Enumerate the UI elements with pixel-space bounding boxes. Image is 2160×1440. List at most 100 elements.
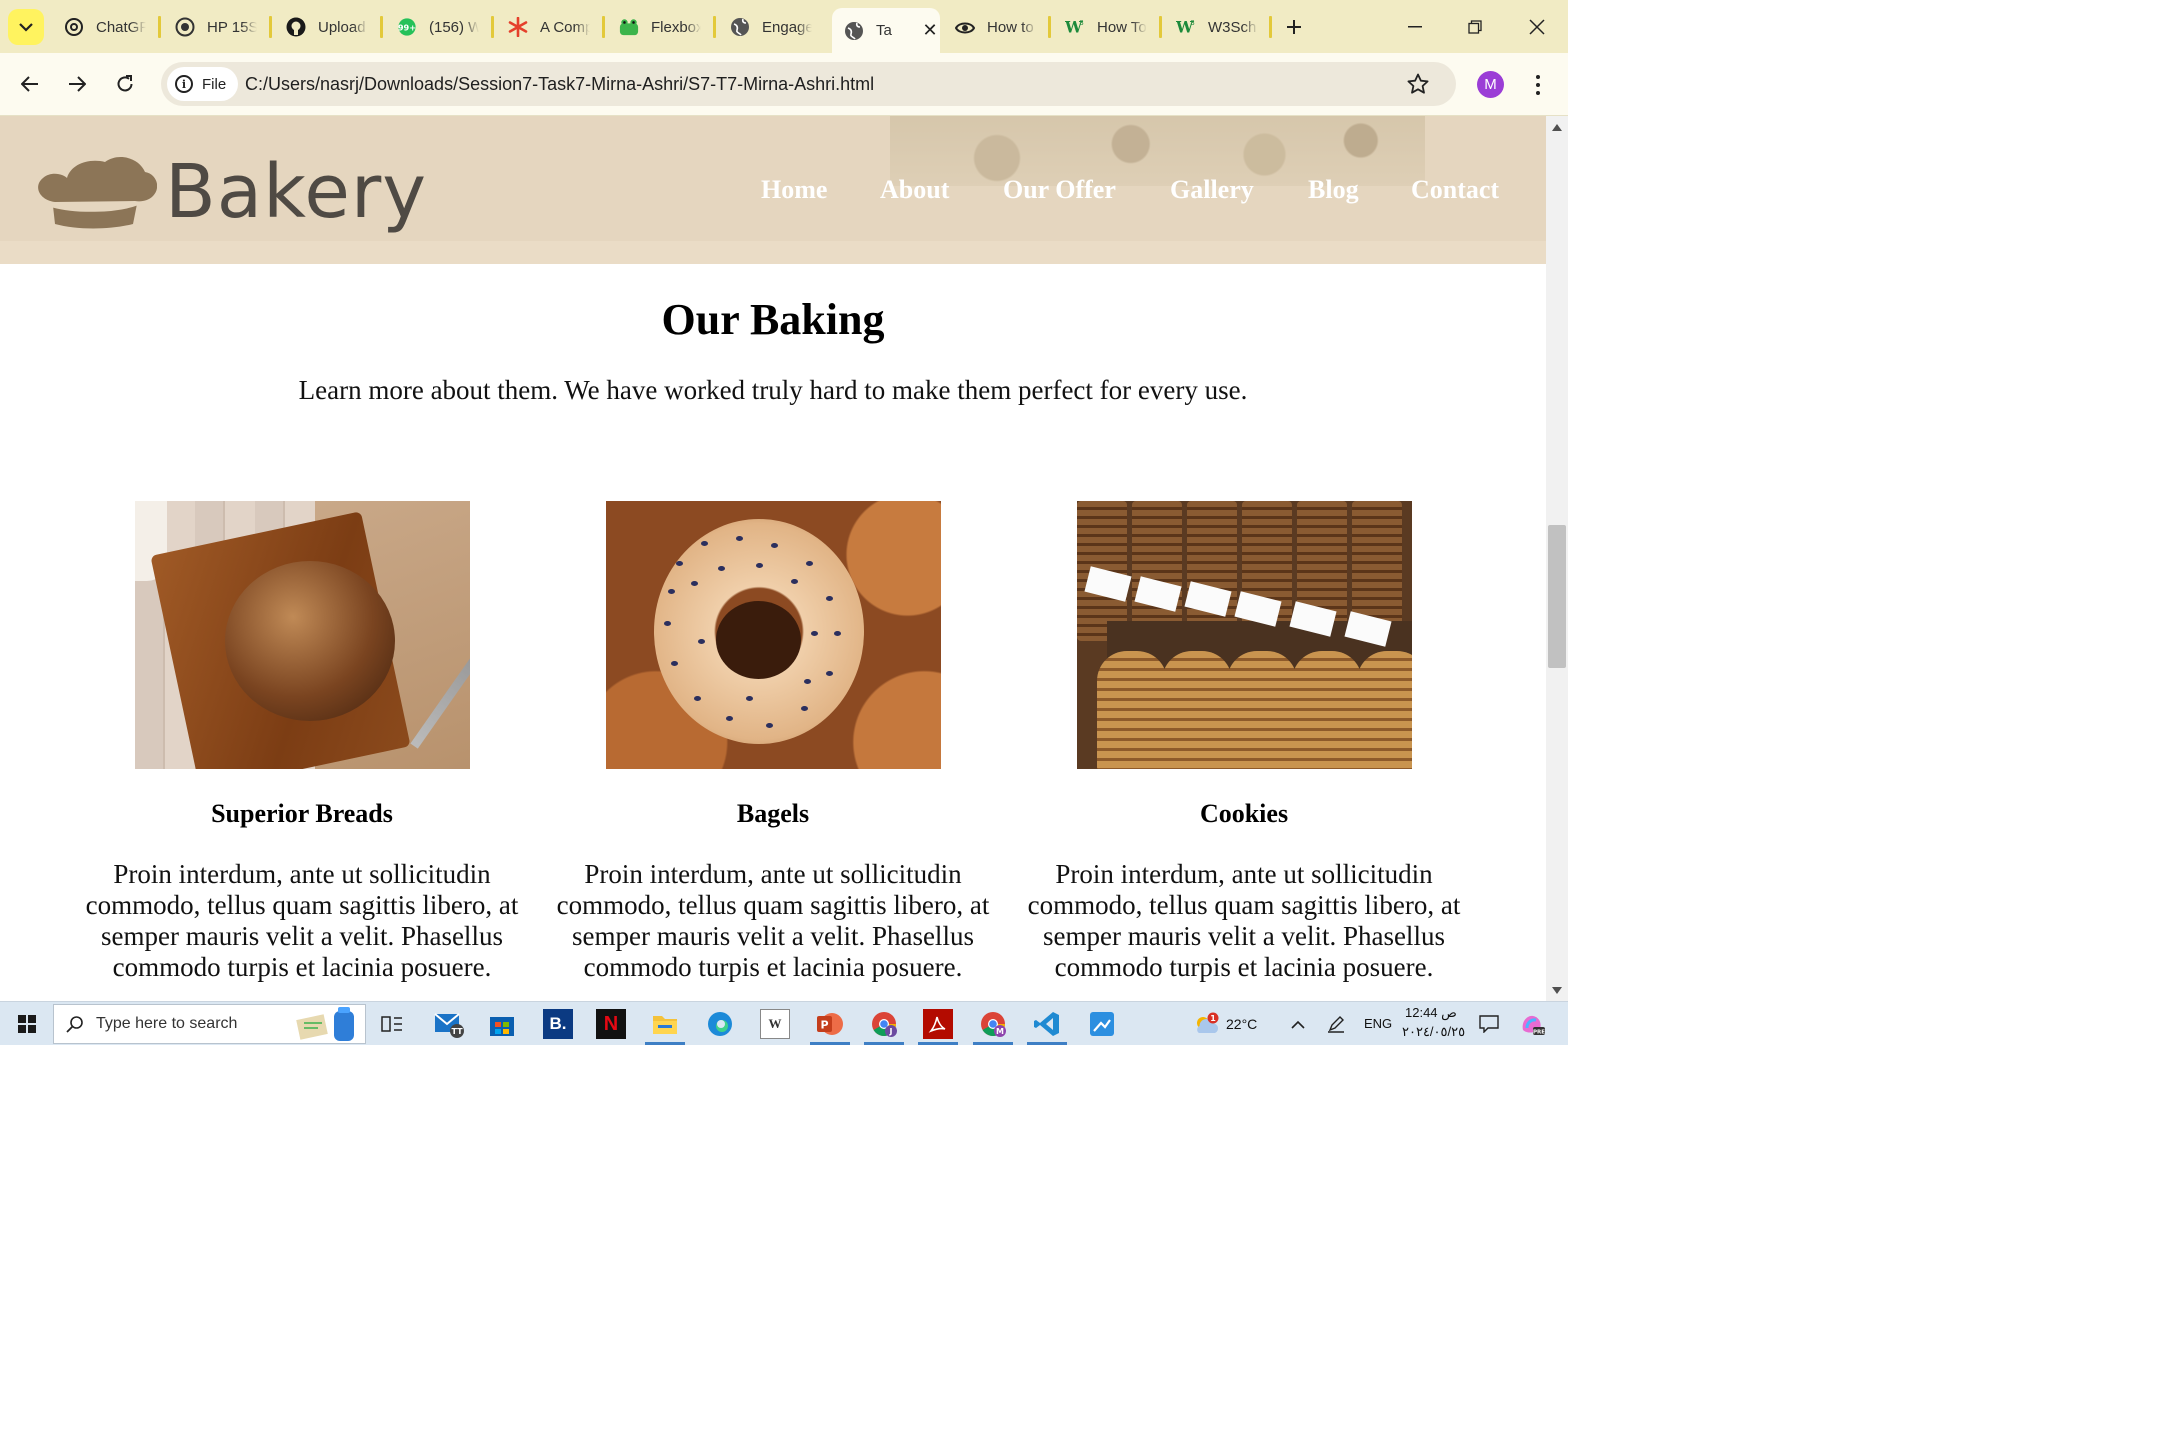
close-window-button[interactable] bbox=[1522, 12, 1552, 42]
profile-avatar[interactable]: M bbox=[1477, 71, 1504, 98]
browser-tab[interactable]: Upload bbox=[286, 9, 368, 45]
wikihow-icon: W3 bbox=[1176, 17, 1196, 37]
weather-temperature[interactable]: 22°C bbox=[1226, 1016, 1257, 1032]
svg-text:3: 3 bbox=[1191, 18, 1195, 27]
nav-link-about[interactable]: About bbox=[880, 175, 949, 205]
card-text: Proin interdum, ante ut sollicitudin com… bbox=[556, 859, 990, 982]
scroll-down-arrow-icon[interactable] bbox=[1551, 985, 1563, 995]
card-text: Proin interdum, ante ut sollicitudin com… bbox=[1027, 859, 1461, 982]
browser-tab[interactable]: Engage bbox=[730, 9, 812, 45]
netflix-icon[interactable]: N bbox=[596, 1009, 626, 1039]
openai-icon bbox=[64, 17, 84, 37]
browser-tab[interactable]: 99+ (156) W bbox=[397, 9, 479, 45]
input-language[interactable]: ENG bbox=[1364, 1016, 1392, 1031]
folder-icon[interactable] bbox=[650, 1009, 680, 1039]
browser-tab[interactable]: Flexbox bbox=[619, 9, 701, 45]
wikipedia-icon[interactable]: W bbox=[760, 1009, 790, 1039]
new-tab-button[interactable] bbox=[1281, 14, 1307, 40]
clock-time[interactable]: 12:44 ص bbox=[1405, 1005, 1457, 1021]
bookmark-star-icon[interactable] bbox=[1406, 72, 1430, 101]
back-button[interactable] bbox=[14, 68, 46, 100]
close-tab-icon[interactable]: ✕ bbox=[920, 20, 940, 41]
browser-tab[interactable]: How to bbox=[955, 9, 1037, 45]
scroll-up-arrow-icon[interactable] bbox=[1551, 122, 1563, 132]
reload-button[interactable] bbox=[109, 68, 141, 100]
browser-tab[interactable]: A Comp bbox=[508, 9, 590, 45]
edge-icon[interactable] bbox=[705, 1009, 735, 1039]
browser-tab[interactable]: W3 How To bbox=[1065, 9, 1147, 45]
windows-start-button[interactable] bbox=[18, 1015, 36, 1033]
active-app-indicator bbox=[810, 1042, 850, 1045]
windows-taskbar: Type here to search TT B. N W P J M 1 22… bbox=[0, 1001, 1568, 1045]
tab-title: How To bbox=[1097, 18, 1147, 36]
tab-separator bbox=[269, 16, 272, 38]
active-app-indicator bbox=[918, 1042, 958, 1045]
reload-icon bbox=[117, 75, 133, 92]
tab-title: A Comp bbox=[540, 18, 590, 36]
pen-icon[interactable] bbox=[1321, 1009, 1351, 1039]
tab-separator bbox=[602, 16, 605, 38]
taskbar-search-box[interactable]: Type here to search bbox=[53, 1004, 366, 1044]
active-app-indicator bbox=[645, 1042, 685, 1045]
url-text[interactable]: C:/Users/nasrj/Downloads/Session7-Task7-… bbox=[245, 74, 874, 95]
hp-globe-icon bbox=[175, 17, 195, 37]
site-logo[interactable]: Bakery bbox=[33, 150, 427, 234]
nav-link-blog[interactable]: Blog bbox=[1308, 175, 1359, 205]
nav-link-gallery[interactable]: Gallery bbox=[1170, 175, 1254, 205]
weather-icon[interactable]: 1 bbox=[1190, 1009, 1224, 1039]
minimize-window-button[interactable] bbox=[1400, 12, 1430, 42]
address-bar[interactable]: i File C:/Users/nasrj/Downloads/Session7… bbox=[161, 62, 1456, 106]
globe-icon bbox=[730, 17, 750, 37]
nav-link-home[interactable]: Home bbox=[761, 175, 827, 205]
browser-tab[interactable]: ChatGPT bbox=[64, 9, 146, 45]
asterisk-icon bbox=[508, 17, 528, 37]
chrome-icon[interactable]: J bbox=[869, 1009, 899, 1039]
site-info-chip[interactable]: i File bbox=[167, 67, 239, 101]
svg-text:TT: TT bbox=[451, 1027, 463, 1036]
page-scrollbar[interactable] bbox=[1546, 116, 1568, 1001]
acrobat-icon[interactable] bbox=[923, 1009, 953, 1039]
browser-tab[interactable]: W3 W3Sch bbox=[1176, 9, 1258, 45]
restore-window-button[interactable] bbox=[1460, 12, 1490, 42]
task-view-icon[interactable] bbox=[377, 1009, 407, 1039]
svg-text:M: M bbox=[996, 1027, 1004, 1036]
notifications-icon[interactable] bbox=[1474, 1009, 1504, 1039]
chef-hat-icon bbox=[38, 157, 157, 229]
frog-icon bbox=[619, 17, 639, 37]
vscode-icon[interactable] bbox=[1032, 1009, 1062, 1039]
tab-separator bbox=[158, 16, 161, 38]
info-icon: i bbox=[175, 75, 193, 93]
browser-tab-strip: ChatGPT HP 15S Upload 99+ (156) W A Comp… bbox=[0, 0, 1568, 53]
svg-text:PRE: PRE bbox=[1533, 1030, 1545, 1036]
browser-menu-button[interactable] bbox=[1528, 71, 1548, 99]
mail-icon[interactable]: TT bbox=[434, 1009, 464, 1039]
nav-link-our-offer[interactable]: Our Offer bbox=[1003, 175, 1116, 205]
clock-date[interactable]: ٢٠٢٤/٠٥/٢٥ bbox=[1402, 1024, 1465, 1040]
powerpoint-icon[interactable]: P bbox=[815, 1009, 845, 1039]
browser-toolbar: i File C:/Users/nasrj/Downloads/Session7… bbox=[0, 53, 1568, 116]
nav-link-contact[interactable]: Contact bbox=[1411, 175, 1499, 205]
scroll-thumb[interactable] bbox=[1548, 525, 1566, 668]
booking-icon[interactable]: B. bbox=[543, 1009, 573, 1039]
header-band bbox=[0, 241, 1546, 264]
chevron-up-icon[interactable] bbox=[1283, 1009, 1313, 1039]
bagel-photo bbox=[605, 501, 941, 769]
search-icon bbox=[66, 1016, 83, 1033]
chrome-icon[interactable]: M bbox=[978, 1009, 1008, 1039]
paint-icon[interactable] bbox=[1087, 1009, 1117, 1039]
tab-search-button[interactable] bbox=[8, 9, 44, 45]
logo-text: Bakery bbox=[165, 149, 428, 235]
restore-icon bbox=[1468, 20, 1482, 34]
tab-title: Engage bbox=[762, 18, 812, 36]
card-title: Cookies bbox=[1199, 799, 1289, 828]
tab-title: Flexbox bbox=[651, 18, 701, 36]
browser-tab-active[interactable]: Ta ✕ bbox=[832, 8, 940, 53]
copilot-icon[interactable]: PRE bbox=[1517, 1009, 1547, 1039]
search-highlight-icon bbox=[296, 1007, 354, 1041]
browser-tab[interactable]: HP 15S bbox=[175, 9, 257, 45]
tab-title: How to bbox=[987, 18, 1034, 36]
section-title: Our Baking bbox=[661, 295, 885, 344]
store-icon[interactable] bbox=[487, 1009, 517, 1039]
forward-button[interactable] bbox=[61, 68, 93, 100]
file-label: File bbox=[202, 75, 227, 93]
